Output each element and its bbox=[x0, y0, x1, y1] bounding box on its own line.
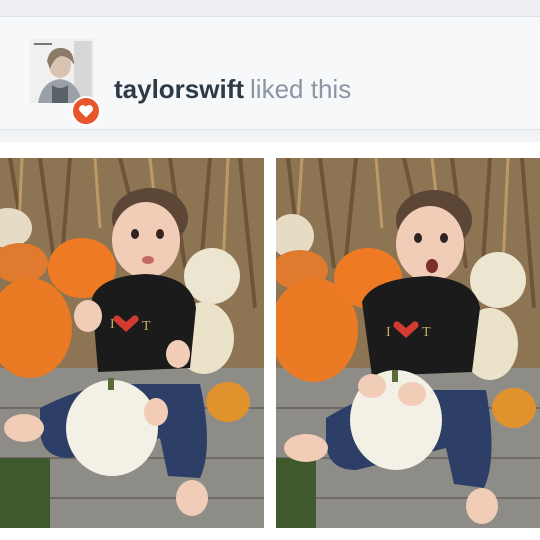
svg-text:I: I bbox=[386, 325, 391, 340]
action-text: liked this bbox=[250, 74, 352, 104]
album-cover-icon bbox=[30, 39, 94, 103]
heart-icon bbox=[79, 105, 93, 118]
post-photos: I T I T bbox=[0, 142, 540, 540]
like-notification[interactable]: taylorswift liked this bbox=[0, 16, 540, 130]
notification-text: taylorswift liked this bbox=[114, 74, 351, 104]
heart-badge bbox=[71, 96, 101, 126]
svg-text:T: T bbox=[422, 325, 431, 340]
svg-text:T: T bbox=[142, 319, 151, 334]
photo-left[interactable]: I T bbox=[0, 158, 264, 528]
username-link[interactable]: taylorswift bbox=[114, 74, 244, 104]
photo-right[interactable]: I T bbox=[276, 158, 540, 528]
top-strip bbox=[0, 0, 540, 16]
user-avatar[interactable] bbox=[30, 39, 94, 103]
